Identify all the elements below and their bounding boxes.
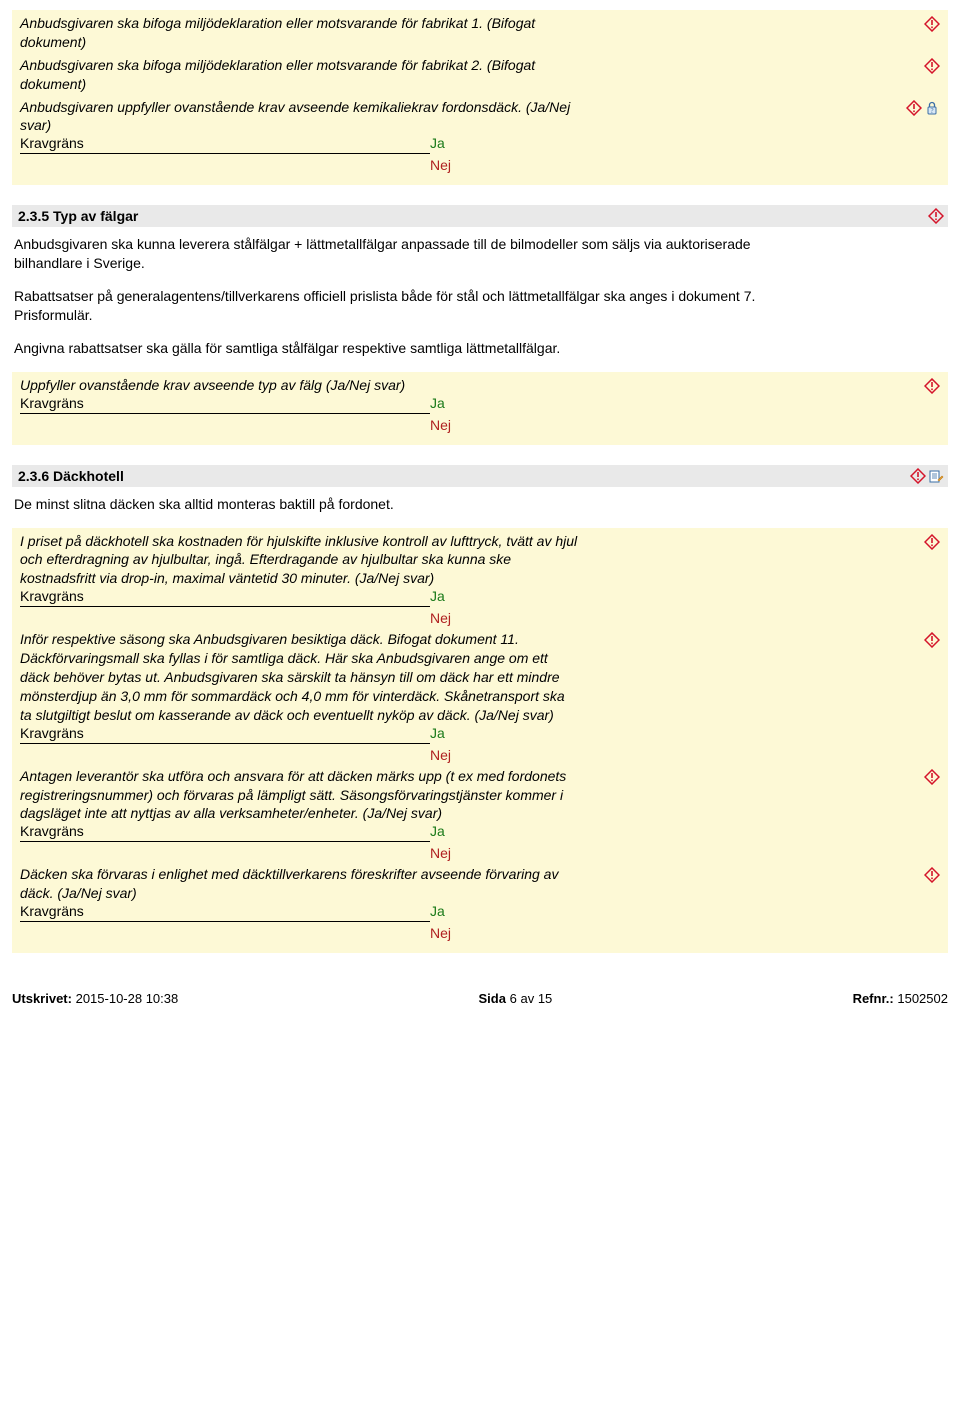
requirement-item: Däcken ska förvaras i enlighet med däckt… bbox=[20, 865, 940, 941]
sida-av: av bbox=[520, 991, 534, 1006]
requirement-item: Uppfyller ovanstående krav avseende typ … bbox=[20, 376, 940, 433]
answer-ja: Ja bbox=[430, 588, 451, 604]
kravgrans-row: Kravgräns Ja Nej bbox=[20, 725, 850, 763]
section-title: 2.3.6 Däckhotell bbox=[18, 468, 124, 484]
warning-icon bbox=[924, 58, 940, 74]
refnr-value: 1502502 bbox=[897, 991, 948, 1006]
kravgrans-label: Kravgräns bbox=[20, 135, 430, 154]
requirements-box-235: Uppfyller ovanstående krav avseende typ … bbox=[12, 372, 948, 445]
requirements-box-236: I priset på däckhotell ska kostnaden för… bbox=[12, 528, 948, 954]
answer-ja: Ja bbox=[430, 725, 451, 741]
kravgrans-label: Kravgräns bbox=[20, 395, 430, 414]
requirement-item: Antagen leverantör ska utföra och ansvar… bbox=[20, 767, 940, 862]
warning-icon bbox=[924, 534, 940, 550]
requirement-text: Inför respektive säsong ska Anbudsgivare… bbox=[20, 630, 580, 724]
section-paragraph: Angivna rabattsatser ska gälla för samtl… bbox=[14, 339, 794, 358]
answer-ja: Ja bbox=[430, 903, 451, 919]
requirement-text: Anbudsgivaren ska bifoga miljödeklaratio… bbox=[20, 56, 580, 94]
answer-ja: Ja bbox=[430, 395, 451, 411]
section-body-236: De minst slitna däcken ska alltid monter… bbox=[12, 487, 796, 528]
answer-nej: Nej bbox=[430, 747, 451, 763]
section-header-235: 2.3.5 Typ av fälgar bbox=[12, 205, 948, 227]
section-paragraph: De minst slitna däcken ska alltid monter… bbox=[14, 495, 794, 514]
requirement-item: Anbudsgivaren uppfyller ovanstående krav… bbox=[20, 98, 940, 174]
requirement-text: Däcken ska förvaras i enlighet med däckt… bbox=[20, 865, 580, 903]
warning-icon bbox=[910, 468, 926, 484]
answer-ja: Ja bbox=[430, 823, 451, 839]
requirement-text: Uppfyller ovanstående krav avseende typ … bbox=[20, 376, 720, 395]
sida-label: Sida bbox=[479, 991, 506, 1006]
requirement-text: Antagen leverantör ska utföra och ansvar… bbox=[20, 767, 580, 824]
requirement-item: Inför respektive säsong ska Anbudsgivare… bbox=[20, 630, 940, 762]
warning-icon bbox=[924, 378, 940, 394]
refnr-label: Refnr.: bbox=[853, 991, 894, 1006]
footer-ref: Refnr.: 1502502 bbox=[853, 991, 948, 1006]
answer-nej: Nej bbox=[430, 845, 451, 861]
section-header-236: 2.3.6 Däckhotell bbox=[12, 465, 948, 487]
kravgrans-row: Kravgräns Ja Nej bbox=[20, 903, 850, 941]
kravgrans-row: Kravgräns Ja Nej bbox=[20, 823, 850, 861]
answer-ja: Ja bbox=[430, 135, 451, 151]
requirements-box-top: Anbudsgivaren ska bifoga miljödeklaratio… bbox=[12, 10, 948, 185]
warning-icon bbox=[924, 867, 940, 883]
kravgrans-row: Kravgräns Ja Nej bbox=[20, 135, 850, 173]
requirement-text: Anbudsgivaren ska bifoga miljödeklaratio… bbox=[20, 14, 580, 52]
warning-icon bbox=[924, 16, 940, 32]
kravgrans-label: Kravgräns bbox=[20, 725, 430, 744]
section-paragraph: Rabattsatser på generalagentens/tillverk… bbox=[14, 287, 794, 325]
page-footer: Utskrivet: 2015-10-28 10:38 Sida 6 av 15… bbox=[12, 973, 948, 1006]
requirement-text: I priset på däckhotell ska kostnaden för… bbox=[20, 532, 580, 589]
requirement-item: Anbudsgivaren ska bifoga miljödeklaratio… bbox=[20, 56, 940, 94]
sida-total: 15 bbox=[538, 991, 552, 1006]
footer-page: Sida 6 av 15 bbox=[479, 991, 553, 1006]
requirement-item: Anbudsgivaren ska bifoga miljödeklaratio… bbox=[20, 14, 940, 52]
kravgrans-row: Kravgräns Ja Nej bbox=[20, 395, 850, 433]
kravgrans-label: Kravgräns bbox=[20, 588, 430, 607]
utskrivet-value: 2015-10-28 10:38 bbox=[76, 991, 179, 1006]
answer-nej: Nej bbox=[430, 157, 451, 173]
requirement-text: Anbudsgivaren uppfyller ovanstående krav… bbox=[20, 98, 580, 136]
section-paragraph: Anbudsgivaren ska kunna leverera stålfäl… bbox=[14, 235, 794, 273]
warning-icon bbox=[924, 632, 940, 648]
edit-icon bbox=[928, 468, 944, 484]
answer-nej: Nej bbox=[430, 610, 451, 626]
section-body-235: Anbudsgivaren ska kunna leverera stålfäl… bbox=[12, 227, 796, 371]
section-title: 2.3.5 Typ av fälgar bbox=[18, 208, 138, 224]
sida-num: 6 bbox=[510, 991, 517, 1006]
kravgrans-label: Kravgräns bbox=[20, 823, 430, 842]
warning-icon bbox=[924, 769, 940, 785]
kravgrans-label: Kravgräns bbox=[20, 903, 430, 922]
footer-printed: Utskrivet: 2015-10-28 10:38 bbox=[12, 991, 178, 1006]
requirement-item: I priset på däckhotell ska kostnaden för… bbox=[20, 532, 940, 627]
answer-nej: Nej bbox=[430, 925, 451, 941]
utskrivet-label: Utskrivet: bbox=[12, 991, 72, 1006]
warning-icon bbox=[928, 208, 944, 224]
answer-nej: Nej bbox=[430, 417, 451, 433]
kravgrans-row: Kravgräns Ja Nej bbox=[20, 588, 850, 626]
lock-help-icon bbox=[924, 100, 940, 116]
warning-icon bbox=[906, 100, 922, 116]
